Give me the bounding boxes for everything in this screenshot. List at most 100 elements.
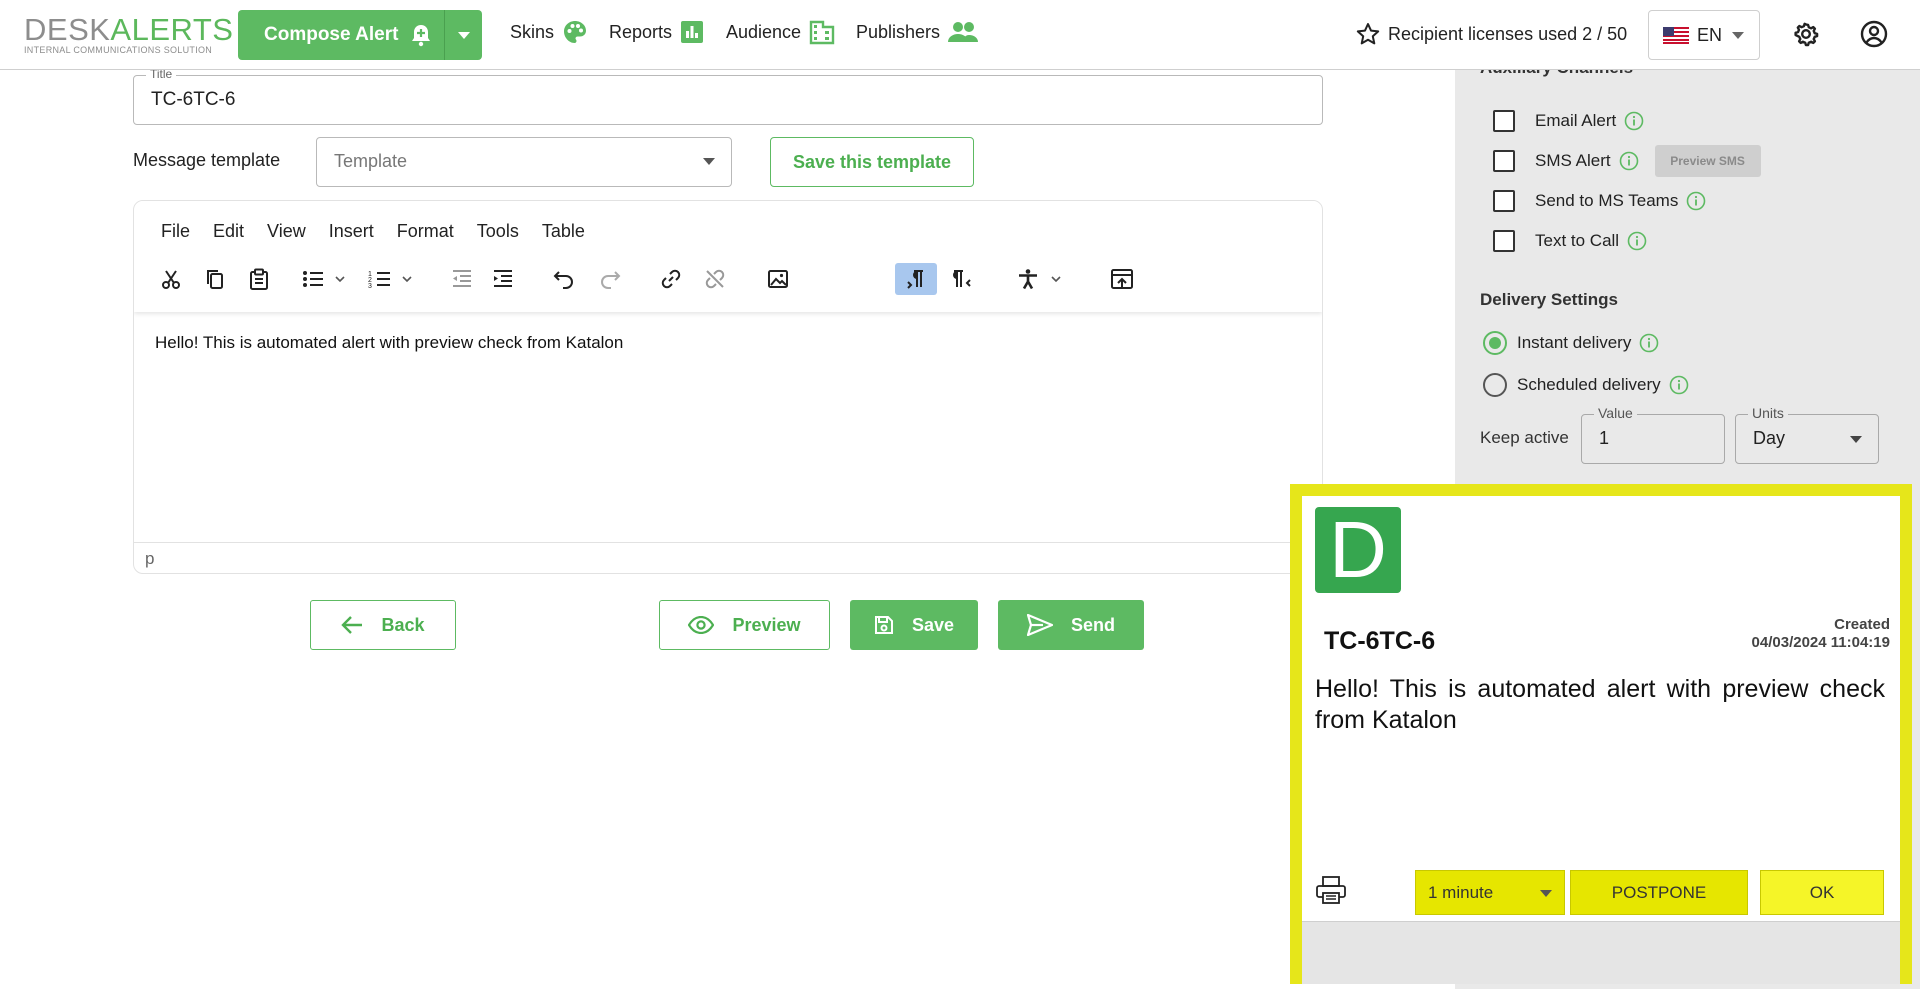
created-date: 04/03/2024 11:04:19 xyxy=(1751,634,1890,651)
save-label: Save xyxy=(911,614,955,635)
logo-part-alerts: ALERTS xyxy=(110,12,234,47)
info-icon[interactable] xyxy=(1627,231,1647,251)
outdent-icon[interactable] xyxy=(443,263,481,295)
compose-alert-label: Compose Alert xyxy=(264,24,399,45)
back-button[interactable]: Back xyxy=(310,600,456,650)
sms-alert-checkbox[interactable] xyxy=(1493,150,1515,172)
redo-icon[interactable] xyxy=(591,263,629,295)
message-template-label: Message template xyxy=(133,150,281,170)
desk-alerts-logo[interactable]: DESKALERTS INTERNAL COMMUNICATIONS SOLUT… xyxy=(24,12,234,56)
preview-sms-button[interactable]: Preview SMS xyxy=(1654,145,1761,177)
nav-publishers[interactable]: Publishers xyxy=(856,18,979,46)
caret-down-icon xyxy=(457,31,470,39)
compose-dropdown-toggle[interactable] xyxy=(444,10,482,60)
nav-publishers-label: Publishers xyxy=(856,21,941,42)
language-selector[interactable]: EN xyxy=(1648,10,1760,60)
title-field[interactable]: Title TC-6TC-6 xyxy=(133,67,1323,125)
us-flag-icon xyxy=(1663,26,1689,44)
keep-active-value-field[interactable]: Value 1 xyxy=(1581,405,1725,464)
instant-delivery-radio[interactable] xyxy=(1483,331,1507,355)
rtl-direction-icon[interactable] xyxy=(942,263,980,295)
menu-edit[interactable]: Edit xyxy=(213,221,244,242)
send-label: Send xyxy=(1070,614,1115,635)
send-plane-icon xyxy=(1026,614,1071,636)
alert-footer xyxy=(1302,921,1900,984)
value-field-label: Value xyxy=(1594,405,1637,421)
numbered-list-icon[interactable]: 123 xyxy=(364,263,420,295)
units-field-value: Day xyxy=(1753,428,1786,448)
message-template-select[interactable]: Template xyxy=(316,137,732,187)
unlink-icon[interactable] xyxy=(696,263,734,295)
nav-reports[interactable]: Reports xyxy=(609,18,704,46)
nav-audience[interactable]: Audience xyxy=(726,18,835,46)
text-to-call-checkbox[interactable] xyxy=(1493,230,1515,252)
arrow-left-icon xyxy=(341,616,381,634)
info-icon[interactable] xyxy=(1619,151,1639,171)
cut-icon[interactable] xyxy=(152,263,190,295)
eye-icon xyxy=(688,616,732,634)
postpone-interval-select[interactable]: 1 minute xyxy=(1415,870,1565,915)
bullet-list-icon[interactable] xyxy=(297,263,353,295)
instant-delivery-label: Instant delivery xyxy=(1517,333,1632,352)
send-button[interactable]: Send xyxy=(998,600,1144,650)
email-alert-label: Email Alert xyxy=(1535,111,1617,130)
back-label: Back xyxy=(381,614,425,635)
star-icon[interactable] xyxy=(1356,22,1388,46)
caret-down-icon xyxy=(703,158,715,165)
info-icon[interactable] xyxy=(1686,191,1706,211)
caret-down-icon xyxy=(1732,31,1745,39)
compose-alert-button[interactable]: Compose Alert xyxy=(238,10,444,60)
editor-toolbar-area: File Edit View Insert Format Tools Table… xyxy=(134,201,1322,312)
image-icon[interactable] xyxy=(759,263,797,295)
save-template-button[interactable]: Save this template xyxy=(770,137,974,187)
ms-teams-option: Send to MS Teams xyxy=(1493,188,1706,214)
menu-file[interactable]: File xyxy=(161,221,190,242)
menu-insert[interactable]: Insert xyxy=(329,221,374,242)
editor-body-text[interactable]: Hello! This is automated alert with prev… xyxy=(155,333,623,353)
menu-table[interactable]: Table xyxy=(542,221,585,242)
instant-delivery-option[interactable]: Instant delivery xyxy=(1483,329,1659,357)
info-icon[interactable] xyxy=(1639,333,1659,353)
preview-button[interactable]: Preview xyxy=(659,600,830,650)
ltr-direction-icon[interactable] xyxy=(895,263,937,295)
upload-publish-icon[interactable] xyxy=(1103,263,1141,295)
menu-format[interactable]: Format xyxy=(397,221,454,242)
bar-chart-icon xyxy=(672,20,704,44)
svg-text:3: 3 xyxy=(368,283,372,290)
nav-skins-label: Skins xyxy=(510,21,555,42)
info-icon[interactable] xyxy=(1624,111,1644,131)
sms-alert-option: SMS Alert Preview SMS xyxy=(1493,145,1761,177)
menu-view[interactable]: View xyxy=(267,221,306,242)
menu-tools[interactable]: Tools xyxy=(477,221,519,242)
settings-gear-icon[interactable] xyxy=(1792,20,1820,48)
recipient-licenses: Recipient licenses used 2 / 50 xyxy=(1356,20,1627,48)
template-placeholder: Template xyxy=(334,151,408,171)
editor-statusbar-path: p xyxy=(134,542,1322,573)
nav-skins[interactable]: Skins xyxy=(510,18,588,46)
user-account-icon[interactable] xyxy=(1860,20,1888,48)
nav-audience-label: Audience xyxy=(726,21,802,42)
printer-icon[interactable] xyxy=(1315,874,1347,906)
alert-body-text: Hello! This is automated alert with prev… xyxy=(1315,675,1885,734)
value-field-value: 1 xyxy=(1599,428,1610,448)
postpone-button[interactable]: POSTPONE xyxy=(1570,870,1748,915)
created-label: Created xyxy=(1834,616,1890,633)
indent-icon[interactable] xyxy=(484,263,522,295)
ok-button[interactable]: OK xyxy=(1760,870,1884,915)
info-icon[interactable] xyxy=(1669,375,1689,395)
caret-down-icon xyxy=(1850,436,1862,443)
ms-teams-checkbox[interactable] xyxy=(1493,190,1515,212)
floppy-disk-icon xyxy=(874,615,912,635)
link-icon[interactable] xyxy=(652,263,690,295)
paste-icon[interactable] xyxy=(240,263,278,295)
keep-active-units-select[interactable]: Units Day xyxy=(1735,405,1879,464)
building-icon xyxy=(801,19,835,45)
undo-icon[interactable] xyxy=(545,263,583,295)
accessibility-icon[interactable] xyxy=(1013,263,1069,295)
copy-icon[interactable] xyxy=(196,263,234,295)
email-alert-checkbox[interactable] xyxy=(1493,110,1515,132)
licenses-text: Recipient licenses used 2 / 50 xyxy=(1388,23,1628,44)
scheduled-delivery-radio[interactable] xyxy=(1483,373,1507,397)
save-button[interactable]: Save xyxy=(850,600,978,650)
scheduled-delivery-option[interactable]: Scheduled delivery xyxy=(1483,371,1689,399)
